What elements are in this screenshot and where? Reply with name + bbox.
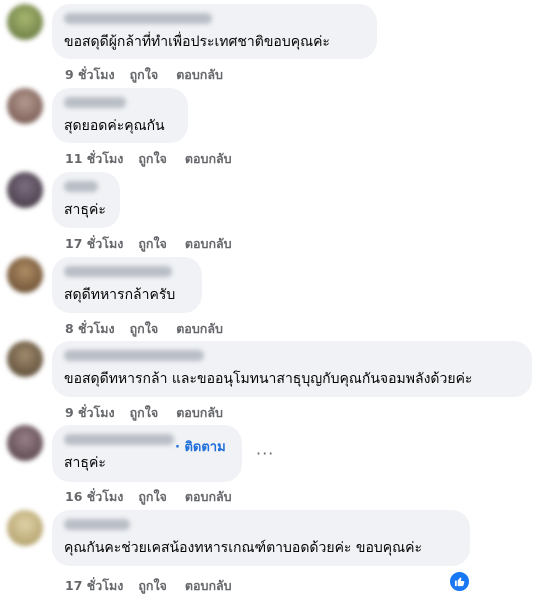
reply-button[interactable]: ตอบกลับ [185, 576, 232, 596]
comment-bubble: สุดยอดค่ะคุณกัน [52, 88, 188, 143]
avatar[interactable] [7, 510, 43, 546]
comment-text: สดุดีทหารกล้าครับ [64, 287, 176, 303]
reply-button[interactable]: ตอบกลับ [176, 319, 223, 339]
comment-bubble: ขอสดุดีผู้กล้าที่ทำเพื่อประเทศชาติขอบคุณ… [52, 4, 377, 59]
commenter-name[interactable] [64, 519, 130, 530]
thumbs-up-icon [454, 577, 465, 587]
reply-button[interactable]: ตอบกลับ [185, 487, 232, 507]
like-button[interactable]: ถูกใจ [138, 487, 167, 507]
avatar[interactable] [7, 172, 43, 208]
comment-actions: 9 ชั่วโมง ถูกใจ ตอบกลับ [65, 403, 223, 423]
comment-bubble: สาธุค่ะ [52, 172, 120, 228]
comment-text: สาธุค่ะ [64, 202, 106, 218]
comment-timestamp[interactable]: 9 ชั่วโมง [65, 65, 115, 85]
comment-actions: 16 ชั่วโมง ถูกใจ ตอบกลับ [65, 487, 232, 507]
avatar[interactable] [7, 425, 43, 461]
avatar[interactable] [7, 88, 43, 124]
comment-actions: 17 ชั่วโมง ถูกใจ ตอบกลับ [65, 576, 232, 596]
reply-button[interactable]: ตอบกลับ [176, 65, 223, 85]
commenter-name[interactable] [64, 350, 204, 361]
more-options-icon[interactable]: ··· [256, 444, 274, 463]
reply-button[interactable]: ตอบกลับ [176, 403, 223, 423]
comment-timestamp[interactable]: 11 ชั่วโมง [65, 149, 123, 169]
commenter-name[interactable] [64, 266, 172, 277]
comment-actions: 8 ชั่วโมง ถูกใจ ตอบกลับ [65, 319, 223, 339]
comment-timestamp[interactable]: 17 ชั่วโมง [65, 234, 123, 254]
like-button[interactable]: ถูกใจ [138, 149, 167, 169]
comment-bubble: สดุดีทหารกล้าครับ [52, 257, 202, 313]
commenter-name[interactable] [64, 13, 212, 24]
comment-actions: 11 ชั่วโมง ถูกใจ ตอบกลับ [65, 149, 232, 169]
comment-bubble: คุณกันคะช่วยเคสน้องทหารเกณฑ์ตาบอดด้วยค่ะ… [52, 510, 470, 566]
reply-button[interactable]: ตอบกลับ [185, 149, 232, 169]
comment-bubble: ขอสดุดีทหารกล้า และขออนุโมทนาสาธุบุญกับค… [52, 341, 532, 397]
comment-text: ขอสดุดีผู้กล้าที่ทำเพื่อประเทศชาติขอบคุณ… [64, 34, 330, 50]
comment-timestamp[interactable]: 9 ชั่วโมง [65, 403, 115, 423]
comment-actions: 17 ชั่วโมง ถูกใจ ตอบกลับ [65, 234, 232, 254]
comment-timestamp[interactable]: 8 ชั่วโมง [65, 319, 115, 339]
comment-text: สุดยอดค่ะคุณกัน [64, 118, 165, 134]
comment-text: ขอสดุดีทหารกล้า และขออนุโมทนาสาธุบุญกับค… [64, 371, 473, 387]
like-button[interactable]: ถูกใจ [130, 403, 159, 423]
avatar[interactable] [7, 4, 43, 40]
comment-timestamp[interactable]: 16 ชั่วโมง [65, 487, 123, 507]
comment-text: คุณกันคะช่วยเคสน้องทหารเกณฑ์ตาบอดด้วยค่ะ… [64, 540, 423, 556]
commenter-name[interactable] [64, 97, 126, 108]
like-button[interactable]: ถูกใจ [130, 319, 159, 339]
reply-button[interactable]: ตอบกลับ [185, 234, 232, 254]
like-button[interactable]: ถูกใจ [138, 576, 167, 596]
avatar[interactable] [7, 341, 43, 377]
like-button[interactable]: ถูกใจ [138, 234, 167, 254]
avatar[interactable] [7, 257, 43, 293]
like-reaction-icon[interactable] [449, 571, 470, 592]
commenter-name[interactable] [64, 434, 174, 445]
commenter-name[interactable] [64, 181, 98, 192]
follow-button[interactable]: · ติดตาม [175, 436, 226, 457]
like-button[interactable]: ถูกใจ [130, 65, 159, 85]
comment-timestamp[interactable]: 17 ชั่วโมง [65, 576, 123, 596]
comment-actions: 9 ชั่วโมง ถูกใจ ตอบกลับ [65, 65, 223, 85]
